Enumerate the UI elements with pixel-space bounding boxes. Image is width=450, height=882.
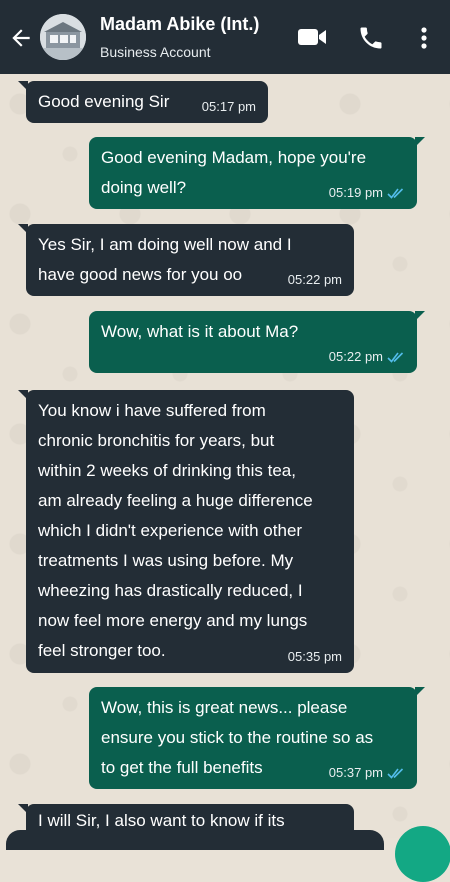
bubble-tail	[18, 81, 28, 91]
bubble-tail	[18, 804, 28, 814]
message-input-field[interactable]	[6, 830, 384, 850]
bubble-tail	[18, 224, 28, 234]
message-outgoing[interactable]: Wow, what is it about Ma? 05:22 pm	[89, 311, 425, 373]
message-meta: 05:17 pm	[202, 99, 256, 115]
message-time: 05:19 pm	[328, 185, 383, 200]
read-receipt-icon	[387, 188, 404, 199]
message-meta: 05:19 pm	[329, 185, 405, 201]
video-call-icon[interactable]	[297, 25, 327, 49]
message-text: Wow, what is it about Ma?	[101, 322, 299, 341]
message-text: You know i have suffered from chronic br…	[38, 401, 313, 660]
message-time: 05:35 pm	[287, 649, 342, 664]
message-time: 05:22 pm	[287, 272, 342, 287]
read-receipt-icon	[387, 352, 404, 363]
business-account-label: Business Account	[100, 44, 211, 60]
menu-dots-icon[interactable]	[414, 24, 434, 52]
chat-header: Madam Abike (Int.) Business Account	[0, 0, 450, 74]
contact-name[interactable]: Madam Abike (Int.)	[100, 14, 259, 35]
message-outgoing[interactable]: Wow, this is great news... please ensure…	[89, 687, 425, 789]
message-meta: 05:22 pm	[288, 272, 342, 288]
message-time: 05:22 pm	[328, 349, 383, 364]
mic-button[interactable]	[395, 826, 450, 882]
bubble-tail	[415, 687, 425, 697]
avatar-image	[40, 14, 86, 60]
message-meta: 05:22 pm	[329, 349, 405, 365]
message-outgoing[interactable]: Good evening Madam, hope you're doing we…	[89, 137, 425, 209]
bubble-tail	[415, 311, 425, 321]
bubble-tail	[18, 390, 28, 400]
message-time: 05:17 pm	[201, 99, 256, 114]
message-meta: 05:35 pm	[288, 649, 342, 665]
message-incoming[interactable]: You know i have suffered from chronic br…	[18, 390, 354, 673]
avatar[interactable]	[40, 14, 86, 60]
voice-call-icon[interactable]	[357, 24, 385, 52]
message-meta: 05:37 pm	[329, 765, 405, 781]
bubble-tail	[415, 137, 425, 147]
message-incoming[interactable]: Yes Sir, I am doing well now and I have …	[18, 224, 354, 296]
message-input-bar[interactable]	[0, 828, 450, 850]
message-incoming[interactable]: Good evening Sir 05:17 pm	[18, 81, 268, 123]
message-time: 05:37 pm	[328, 765, 383, 780]
read-receipt-icon	[387, 768, 404, 779]
back-arrow-icon[interactable]	[8, 25, 34, 51]
